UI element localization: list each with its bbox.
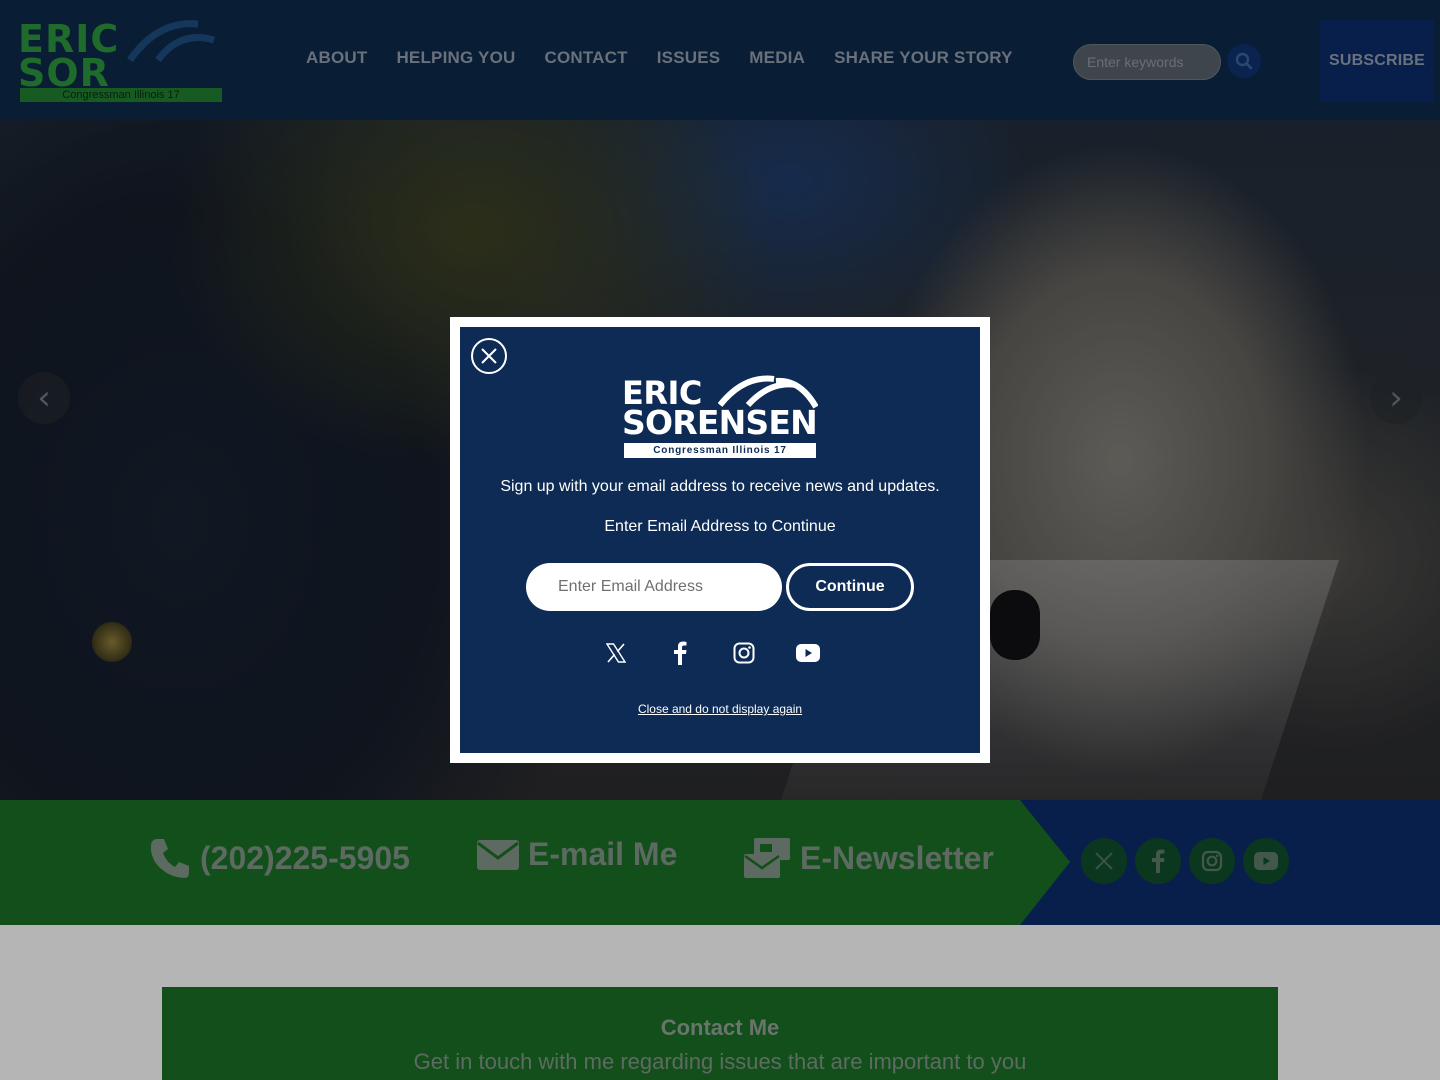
modal-logo-line2: SORENSEN <box>622 403 818 442</box>
site-header: ERIC SOR Congressman Illinois 17 ABOUT H… <box>0 0 1440 120</box>
modal-x-link[interactable] <box>600 637 632 669</box>
modal-youtube-link[interactable] <box>792 637 824 669</box>
close-icon <box>481 348 497 364</box>
modal-close-button[interactable] <box>471 338 507 374</box>
envelope-icon <box>477 839 519 870</box>
hero-image-microphone <box>990 590 1040 660</box>
nav-issues[interactable]: ISSUES <box>657 48 721 68</box>
search-input[interactable] <box>1073 44 1221 80</box>
nav-share-your-story[interactable]: SHARE YOUR STORY <box>834 48 1013 68</box>
email-label: E-mail Me <box>528 836 678 872</box>
logo-tagline: Congressman Illinois 17 <box>20 88 222 102</box>
x-icon <box>1095 852 1113 870</box>
newsletter-signup-modal: ERIC SORENSEN Congressman Illinois 17 Si… <box>450 317 990 763</box>
phone-link[interactable]: (202)225-5905 <box>148 836 410 880</box>
nav-helping-you[interactable]: HELPING YOU <box>396 48 515 68</box>
chevron-right-icon: › <box>1389 378 1403 418</box>
chevron-left-icon: ‹ <box>37 378 51 418</box>
modal-logo: ERIC SORENSEN Congressman Illinois 17 <box>622 371 818 459</box>
nav-contact[interactable]: CONTACT <box>544 48 627 68</box>
main-nav: ABOUT HELPING YOU CONTACT ISSUES MEDIA S… <box>306 48 1042 68</box>
youtube-icon <box>1254 852 1278 870</box>
logo-arc-icon <box>127 20 215 63</box>
search-icon <box>1235 52 1253 70</box>
facebook-icon <box>674 641 687 665</box>
signup-prompt: Enter Email Address to Continue <box>604 518 836 535</box>
email-link[interactable]: E-mail Me <box>476 836 677 873</box>
search-button[interactable] <box>1227 44 1261 78</box>
close-do-not-display-link[interactable]: Close and do not display again <box>460 702 980 716</box>
contact-me-section: Contact Me Get in touch with me regardin… <box>162 987 1278 1080</box>
modal-logo-tagline: Congressman Illinois 17 <box>624 443 816 458</box>
email-field[interactable] <box>526 563 782 611</box>
nav-about[interactable]: ABOUT <box>306 48 367 68</box>
logo-line2: SOR <box>18 51 110 95</box>
slide-prev-button[interactable]: ‹ <box>18 372 70 424</box>
bar-instagram-link[interactable] <box>1189 838 1235 884</box>
hero-image-lapel-pin <box>92 622 132 662</box>
modal-facebook-link[interactable] <box>664 637 696 669</box>
youtube-icon <box>796 644 820 662</box>
instagram-icon <box>1201 850 1223 872</box>
facebook-icon <box>1152 849 1165 873</box>
newsletter-link[interactable]: E-Newsletter <box>742 836 994 880</box>
modal-content: ERIC SORENSEN Congressman Illinois 17 Si… <box>460 327 980 753</box>
subscribe-button[interactable]: SUBSCRIBE <box>1320 20 1434 102</box>
modal-instagram-link[interactable] <box>728 637 760 669</box>
phone-icon <box>150 839 189 878</box>
site-logo[interactable]: ERIC SOR Congressman Illinois 17 <box>18 18 228 106</box>
instagram-icon <box>733 642 755 664</box>
bar-x-link[interactable] <box>1081 838 1127 884</box>
x-icon <box>606 643 626 663</box>
contact-bar: (202)225-5905 E-mail Me E-Newsletter <box>0 800 1440 925</box>
newsletter-label: E-Newsletter <box>800 839 994 876</box>
signup-description: Sign up with your email address to recei… <box>500 478 940 495</box>
bar-facebook-link[interactable] <box>1135 838 1181 884</box>
continue-button[interactable]: Continue <box>786 563 914 611</box>
newsletter-icon <box>744 838 790 878</box>
slide-next-button[interactable]: › <box>1370 372 1422 424</box>
contact-me-subtitle: Get in touch with me regarding issues th… <box>413 1049 1027 1074</box>
contact-me-title: Contact Me <box>660 1015 780 1040</box>
nav-media[interactable]: MEDIA <box>749 48 805 68</box>
bar-youtube-link[interactable] <box>1243 838 1289 884</box>
phone-number: (202)225-5905 <box>200 839 410 876</box>
